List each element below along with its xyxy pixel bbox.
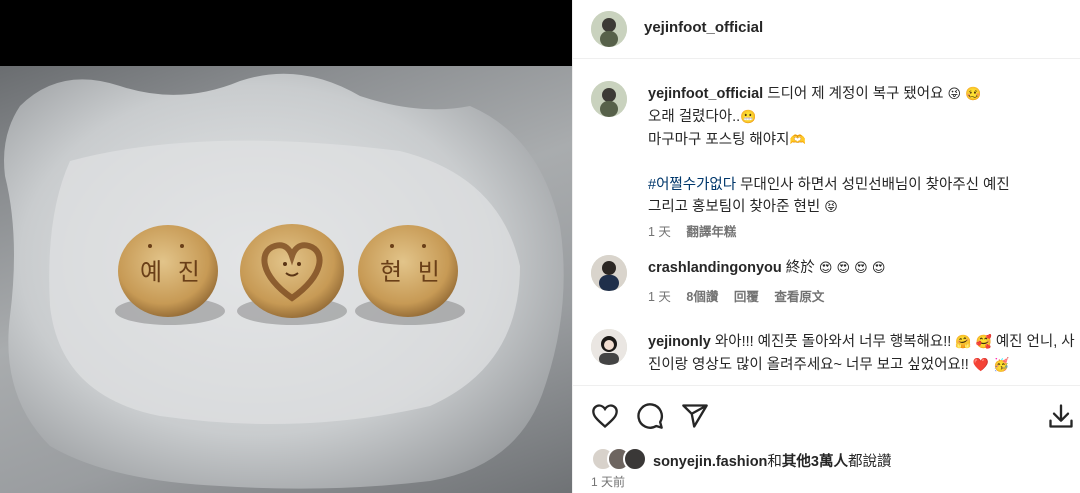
likes-others[interactable]: 其他3萬人 xyxy=(782,454,848,470)
comment-emoji-2: ❤️ 🥳 xyxy=(972,358,1010,373)
likes-row: sonyejin.fashion和其他3萬人都說讚 xyxy=(573,445,1080,473)
caption-line1: 드디어 제 계정이 복구 됐어요 xyxy=(767,86,944,102)
caption-username[interactable]: yejinfoot_official xyxy=(648,86,763,102)
caption-line2: 오래 걸렸다아.. xyxy=(648,109,741,125)
comment-emoji: 😍 😍 😍 😍 xyxy=(818,261,886,276)
header-username[interactable]: yejinfoot_official xyxy=(644,19,763,36)
comment-text: 와아!!! 예진풋 돌아와서 너무 행복해요!! xyxy=(714,334,952,350)
liker-avatar[interactable] xyxy=(623,447,647,471)
comment-avatar[interactable] xyxy=(591,255,627,291)
post-date[interactable]: 1 天前 xyxy=(591,473,625,490)
caption-emoji-1: 😜 🥴 xyxy=(947,87,982,102)
likes-liker[interactable]: sonyejin.fashion xyxy=(653,454,767,470)
comment-icon[interactable] xyxy=(636,402,664,430)
comment-time[interactable]: 1 天 xyxy=(648,290,671,304)
comment-translate[interactable]: 查看原文 xyxy=(774,290,824,304)
post-side-panel: yejinfoot_official yejinfoot_official 드디… xyxy=(572,0,1080,493)
caption-hashtag[interactable]: #어쩔수가없다 xyxy=(648,177,736,193)
cake-text-right: 현 빈 xyxy=(380,258,444,286)
post-header: yejinfoot_official xyxy=(573,0,1080,59)
caption-avatar[interactable] xyxy=(591,81,627,117)
cake-middle xyxy=(240,224,344,318)
likes-summary[interactable]: sonyejin.fashion和其他3萬人都說讚 xyxy=(653,450,892,471)
post-photo[interactable]: 예 진 현 빈 xyxy=(0,66,572,493)
caption-emoji-3: 🫶 xyxy=(789,133,806,148)
caption-line5: 그리고 홍보팀이 찾아준 현빈 xyxy=(648,199,821,215)
post-media-pane: 예 진 현 빈 xyxy=(0,0,572,493)
likes-connector: 和 xyxy=(767,454,782,470)
caption-emoji-5: 😝 xyxy=(824,200,838,215)
header-avatar[interactable] xyxy=(591,11,627,47)
caption-emoji-2: 😬 xyxy=(740,110,757,125)
heart-icon[interactable] xyxy=(591,402,619,430)
action-bar xyxy=(573,385,1080,446)
likes-suffix: 都說讚 xyxy=(848,454,892,470)
comment-reply-button[interactable]: 回覆 xyxy=(734,290,759,304)
cake-text-left: 예 진 xyxy=(140,258,204,286)
caption-time[interactable]: 1 天 xyxy=(648,225,671,239)
comment-avatar[interactable] xyxy=(591,329,627,365)
comment-username[interactable]: yejinonly xyxy=(648,334,711,350)
photo-illustration xyxy=(4,73,564,489)
download-icon[interactable] xyxy=(1047,402,1075,430)
caption-line4: 무대인사 하면서 성민선배님이 찾아주신 예진 xyxy=(740,177,1010,193)
caption-line3: 마구마구 포스팅 해야지 xyxy=(648,132,790,148)
comments-list: yejinfoot_official 드디어 제 계정이 복구 됐어요 😜 🥴 … xyxy=(573,59,1080,384)
comment-likes[interactable]: 8個讚 xyxy=(686,290,718,304)
comment-emoji: 🤗 🥰 xyxy=(955,335,992,350)
comment-username[interactable]: crashlandingonyou xyxy=(648,260,782,276)
caption-translate[interactable]: 翻譯年糕 xyxy=(686,225,736,239)
comment-text: 終於 xyxy=(785,260,815,276)
share-icon[interactable] xyxy=(681,402,709,430)
